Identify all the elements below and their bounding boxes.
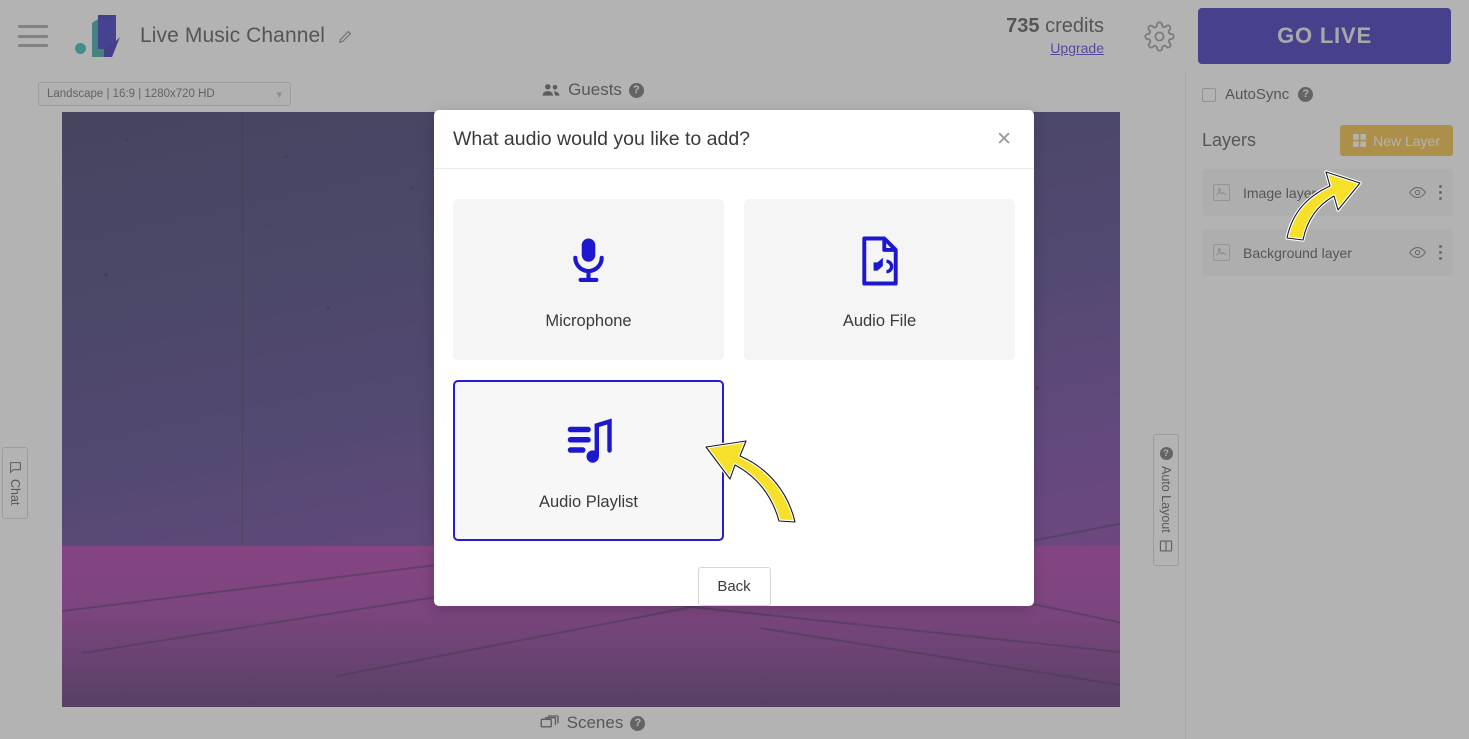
hamburger-icon[interactable] [18, 25, 48, 47]
layer-actions [1409, 245, 1442, 260]
speech-bubble-icon [9, 461, 21, 474]
brand-logo [74, 13, 126, 59]
guests-label: Guests [568, 80, 622, 99]
pencil-icon[interactable] [337, 28, 354, 45]
option-card-audio-file[interactable]: Audio File [744, 199, 1015, 360]
back-button[interactable]: Back [697, 567, 771, 606]
option-card-audio-playlist[interactable]: Audio Playlist [453, 380, 724, 541]
help-icon[interactable]: ? [628, 82, 644, 98]
top-bar: Live Music Channel 735 credits Upgrade G… [0, 0, 1469, 72]
credits-value: 735 [1006, 15, 1040, 38]
layer-actions [1409, 185, 1442, 200]
option-label: Microphone [545, 312, 632, 330]
option-label: Audio File [842, 312, 917, 330]
credits-text: 735 credits [1006, 15, 1104, 38]
layer-name: Image layer [1243, 184, 1317, 201]
new-layer-button[interactable]: New Layer [1340, 125, 1453, 156]
audio-file-icon [860, 228, 900, 294]
go-live-button[interactable]: GO LIVE [1198, 8, 1451, 64]
upgrade-link[interactable]: Upgrade [1006, 40, 1104, 56]
logo-arrow-icon [92, 15, 120, 57]
audio-option-grid: Microphone Audio File Audio Playlist [453, 199, 1015, 541]
table-row[interactable]: Image layer [1202, 169, 1453, 216]
table-row[interactable]: Background layer [1202, 229, 1453, 276]
image-icon [1213, 184, 1230, 201]
logo-dot-icon [75, 43, 86, 54]
modal-header: What audio would you like to add? ✕ [434, 110, 1034, 169]
eye-icon[interactable] [1409, 186, 1426, 199]
option-label: Audio Playlist [538, 493, 639, 511]
more-vertical-icon[interactable] [1439, 185, 1442, 200]
autosync-row[interactable]: AutoSync ? [1186, 72, 1469, 103]
modal-footer: Back [453, 567, 1015, 606]
autosync-label: AutoSync [1225, 86, 1290, 103]
modal-body: Microphone Audio File Audio Playlist Bac… [434, 169, 1034, 606]
more-vertical-icon[interactable] [1439, 245, 1442, 260]
modal-title: What audio would you like to add? [453, 127, 751, 150]
new-layer-label: New Layer [1373, 132, 1440, 149]
gear-icon[interactable] [1142, 19, 1176, 53]
close-icon[interactable]: ✕ [993, 126, 1015, 153]
auto-layout-tab[interactable]: ? Auto Layout [1153, 434, 1179, 566]
help-icon[interactable]: ? [1298, 87, 1314, 102]
people-icon [542, 84, 560, 96]
help-icon[interactable]: ? [1159, 447, 1173, 461]
layer-name: Background layer [1243, 244, 1352, 261]
autosync-checkbox[interactable] [1202, 87, 1216, 102]
audio-source-modal: What audio would you like to add? ✕ Micr… [434, 110, 1034, 606]
help-icon[interactable]: ? [630, 715, 646, 731]
scenes-button[interactable]: Scenes ? [0, 713, 1185, 733]
image-icon [1213, 244, 1230, 261]
eye-icon[interactable] [1409, 246, 1426, 259]
page-title: Live Music Channel [140, 24, 326, 47]
scenes-label: Scenes [566, 713, 624, 732]
credits-block: 735 credits Upgrade [1006, 15, 1108, 56]
layout-grid-icon [1159, 540, 1173, 552]
microphone-icon [567, 228, 610, 294]
audio-playlist-icon [566, 409, 612, 475]
layers-header: Layers New Layer [1186, 103, 1469, 156]
option-card-microphone[interactable]: Microphone [453, 199, 724, 360]
chat-tab[interactable]: Chat [2, 447, 28, 519]
auto-layout-label: Auto Layout [1159, 466, 1173, 533]
credits-unit: credits [1039, 15, 1104, 38]
grid-add-icon [1353, 134, 1367, 147]
chat-tab-label: Chat [8, 478, 22, 506]
screens-icon [540, 714, 559, 727]
guests-button[interactable]: Guests ? [0, 80, 1185, 100]
right-panel: AutoSync ? Layers New Layer Image layer … [1185, 72, 1469, 739]
layers-title: Layers [1202, 130, 1257, 150]
app-root: Live Music Channel 735 credits Upgrade G… [0, 0, 1469, 739]
